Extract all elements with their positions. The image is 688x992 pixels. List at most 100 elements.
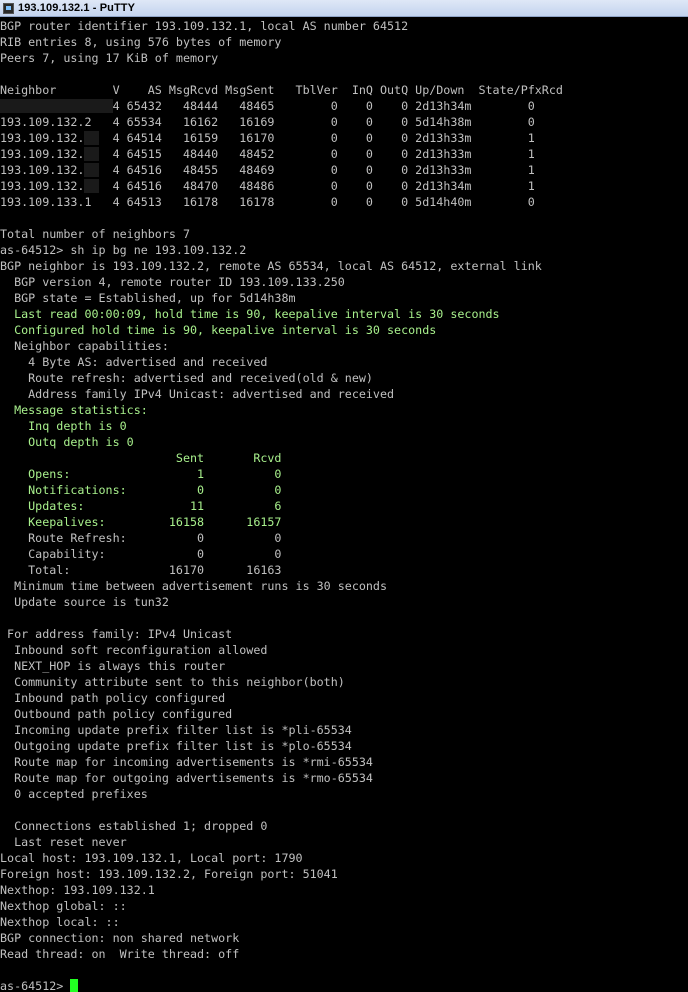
terminal-text: Nexthop local: :: — [0, 915, 120, 929]
terminal-text: For address family: IPv4 Unicast — [0, 627, 233, 641]
terminal-line: Route Refresh: 0 0 — [0, 530, 688, 546]
terminal-line: Local host: 193.109.132.1, Local port: 1… — [0, 850, 688, 866]
terminal-line: BGP connection: non shared network — [0, 930, 688, 946]
terminal-text: RIB entries 8, using 576 bytes of memory — [0, 35, 282, 49]
terminal-text: as-64512> sh ip bg ne 193.109.132.2 — [0, 243, 247, 257]
terminal-text: Outgoing update prefix filter list is *p… — [0, 739, 352, 753]
terminal-output[interactable]: BGP router identifier 193.109.132.1, loc… — [0, 18, 688, 992]
redacted-text — [84, 163, 99, 177]
terminal-line: Route map for incoming advertisements is… — [0, 754, 688, 770]
terminal-line: Connections established 1; dropped 0 — [0, 818, 688, 834]
terminal-line: Route map for outgoing advertisements is… — [0, 770, 688, 786]
terminal-line: 193.109.132.2 4 65534 16162 16169 0 0 0 … — [0, 114, 688, 130]
terminal-line: Route refresh: advertised and received(o… — [0, 370, 688, 386]
window-titlebar[interactable]: 193.109.132.1 - PuTTY — [0, 0, 688, 17]
terminal-line: Foreign host: 193.109.132.2, Foreign por… — [0, 866, 688, 882]
terminal-text: 193.109.132. — [0, 147, 85, 161]
terminal-line: BGP state = Established, up for 5d14h38m — [0, 290, 688, 306]
terminal-text: BGP state = Established, up for 5d14h38m — [0, 291, 296, 305]
terminal-line: Keepalives: 16158 16157 — [0, 514, 688, 530]
terminal-text: 4 64514 16159 16170 0 0 0 2d13h33m 1 — [98, 131, 535, 145]
terminal-text: Update source is tun32 — [0, 595, 169, 609]
terminal-line: Peers 7, using 17 KiB of memory — [0, 50, 688, 66]
terminal-text: Route Refresh: 0 0 — [0, 531, 282, 545]
terminal-text: Community attribute sent to this neighbo… — [0, 675, 345, 689]
terminal-text: 193.109.132. — [0, 131, 85, 145]
terminal-text: 4 64516 48455 48469 0 0 0 2d13h33m 1 — [98, 163, 535, 177]
terminal-line: Read thread: on Write thread: off — [0, 946, 688, 962]
terminal-text: Opens: 1 0 — [0, 467, 282, 481]
terminal-text: BGP version 4, remote router ID 193.109.… — [0, 275, 345, 289]
terminal-text: 193.109.133.1 4 64513 16178 16178 0 0 0 … — [0, 195, 535, 209]
terminal-text: 193.109.132.2 4 65534 16162 16169 0 0 0 … — [0, 115, 535, 129]
redacted-text — [84, 131, 99, 145]
terminal-text: Total: 16170 16163 — [0, 563, 282, 577]
terminal-line: Nexthop global: :: — [0, 898, 688, 914]
terminal-text: Address family IPv4 Unicast: advertised … — [0, 387, 395, 401]
terminal-line: BGP router identifier 193.109.132.1, loc… — [0, 18, 688, 34]
terminal-text: Capability: 0 0 — [0, 547, 282, 561]
terminal-text: as-64512> — [0, 979, 71, 992]
terminal-line: 4 65432 48444 48465 0 0 0 2d13h34m 0 — [0, 98, 688, 114]
terminal-text: 4 64516 48470 48486 0 0 0 2d13h34m 1 — [98, 179, 535, 193]
terminal-line: NEXT_HOP is always this router — [0, 658, 688, 674]
redacted-text — [84, 179, 99, 193]
terminal-text: Incoming update prefix filter list is *p… — [0, 723, 352, 737]
terminal-text: Minimum time between advertisement runs … — [0, 579, 388, 593]
terminal-line: as-64512> — [0, 978, 688, 992]
terminal-text: Inq depth is 0 — [0, 419, 127, 433]
terminal-text: Sent Rcvd — [0, 451, 282, 465]
terminal-line: Neighbor V AS MsgRcvd MsgSent TblVer InQ… — [0, 82, 688, 98]
terminal-text: Neighbor capabilities: — [0, 339, 169, 353]
terminal-line: Address family IPv4 Unicast: advertised … — [0, 386, 688, 402]
terminal-text: Nexthop: 193.109.132.1 — [0, 883, 155, 897]
terminal-text: Inbound soft reconfiguration allowed — [0, 643, 268, 657]
terminal-line: Inq depth is 0 — [0, 418, 688, 434]
terminal-cursor — [70, 979, 79, 992]
terminal-text: 4 65432 48444 48465 0 0 0 2d13h34m 0 — [112, 99, 535, 113]
terminal-line: Update source is tun32 — [0, 594, 688, 610]
terminal-text: Route map for outgoing advertisements is… — [0, 771, 373, 785]
terminal-text: Keepalives: 16158 16157 — [0, 515, 282, 529]
terminal-line: RIB entries 8, using 576 bytes of memory — [0, 34, 688, 50]
terminal-line: 193.109.132. 4 64516 48470 48486 0 0 0 2… — [0, 178, 688, 194]
terminal-line: 193.109.132. 4 64514 16159 16170 0 0 0 2… — [0, 130, 688, 146]
terminal-line: Outgoing update prefix filter list is *p… — [0, 738, 688, 754]
terminal-line: BGP neighbor is 193.109.132.2, remote AS… — [0, 258, 688, 274]
terminal-text: BGP neighbor is 193.109.132.2, remote AS… — [0, 259, 542, 273]
terminal-line: 0 accepted prefixes — [0, 786, 688, 802]
terminal-text: Nexthop global: :: — [0, 899, 127, 913]
terminal-text: Notifications: 0 0 — [0, 483, 282, 497]
terminal-text: Outbound path policy configured — [0, 707, 233, 721]
terminal-text: Configured hold time is 90, keepalive in… — [0, 323, 437, 337]
terminal-line: Capability: 0 0 — [0, 546, 688, 562]
redacted-text — [0, 99, 113, 113]
terminal-text: 193.109.132. — [0, 179, 85, 193]
putty-app-icon — [3, 2, 14, 14]
terminal-line: 193.109.132. 4 64515 48440 48452 0 0 0 2… — [0, 146, 688, 162]
terminal-line: Outbound path policy configured — [0, 706, 688, 722]
terminal-line: Community attribute sent to this neighbo… — [0, 674, 688, 690]
terminal-text: Message statistics: — [0, 403, 148, 417]
terminal-line: Total number of neighbors 7 — [0, 226, 688, 242]
terminal-line: For address family: IPv4 Unicast — [0, 626, 688, 642]
terminal-text: Foreign host: 193.109.132.2, Foreign por… — [0, 867, 338, 881]
terminal-line: Last reset never — [0, 834, 688, 850]
terminal-line: Opens: 1 0 — [0, 466, 688, 482]
terminal-text: Route map for incoming advertisements is… — [0, 755, 373, 769]
terminal-text: Local host: 193.109.132.1, Local port: 1… — [0, 851, 303, 865]
terminal-text: Inbound path policy configured — [0, 691, 226, 705]
terminal-line: Nexthop: 193.109.132.1 — [0, 882, 688, 898]
terminal-text: Total number of neighbors 7 — [0, 227, 190, 241]
terminal-text: 193.109.132. — [0, 163, 85, 177]
terminal-line: Configured hold time is 90, keepalive in… — [0, 322, 688, 338]
terminal-line: 193.109.132. 4 64516 48455 48469 0 0 0 2… — [0, 162, 688, 178]
terminal-line: Inbound path policy configured — [0, 690, 688, 706]
terminal-line: Nexthop local: :: — [0, 914, 688, 930]
terminal-text: 0 accepted prefixes — [0, 787, 148, 801]
terminal-line: Outq depth is 0 — [0, 434, 688, 450]
